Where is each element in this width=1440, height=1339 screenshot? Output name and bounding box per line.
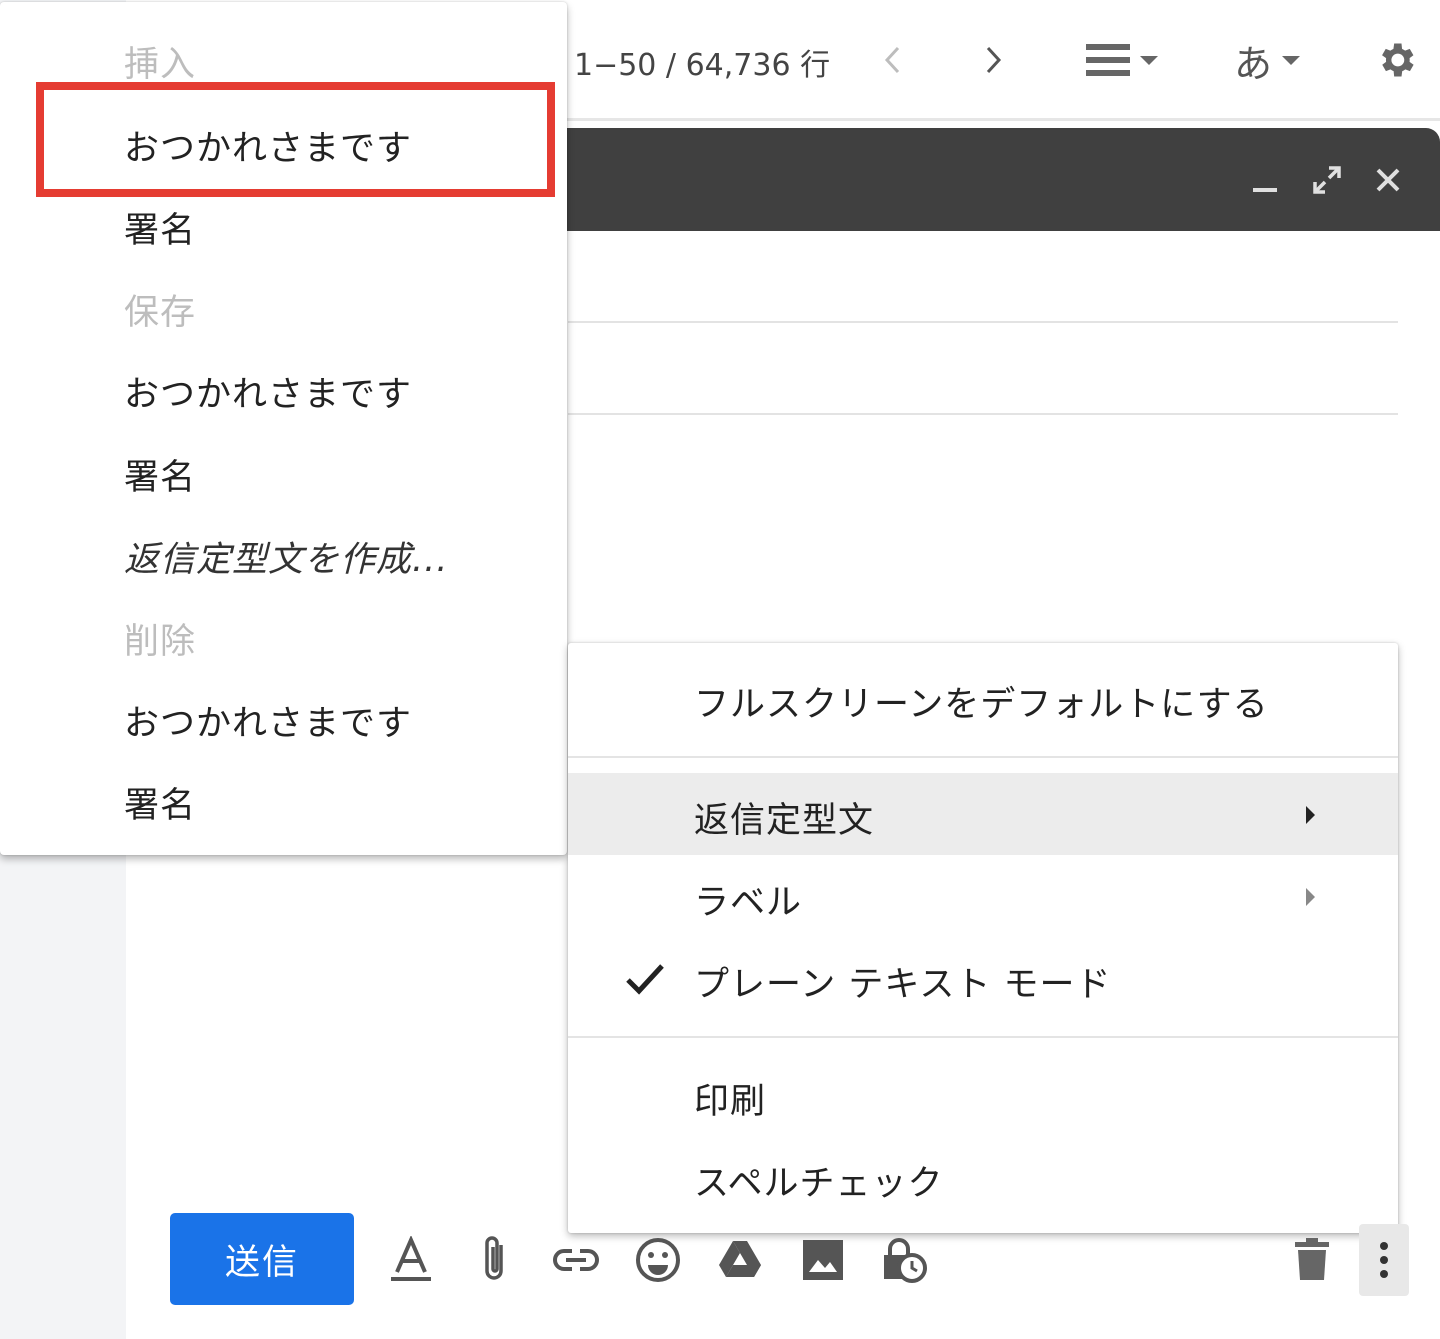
input-tools-icon: あ — [1233, 41, 1272, 86]
more-options-button[interactable] — [1359, 1224, 1409, 1296]
more-options-menu — [568, 643, 1398, 1233]
chevron-right-icon[interactable] — [972, 38, 1016, 82]
attach-icon[interactable] — [468, 1234, 520, 1286]
templates-delete-header: 削除 — [124, 622, 197, 662]
template-save-otsukaresama[interactable]: おつかれさまです — [124, 366, 412, 417]
minimize-icon[interactable] — [1243, 158, 1287, 202]
trash-icon[interactable] — [1286, 1234, 1338, 1286]
highlight-annotation — [36, 82, 555, 197]
expand-icon[interactable] — [1305, 158, 1349, 202]
toolbar-divider — [560, 118, 1440, 121]
confidential-mode-icon[interactable] — [879, 1234, 931, 1286]
template-save-signature[interactable]: 署名 — [124, 449, 196, 500]
subject-field-divider — [568, 413, 1398, 415]
link-icon[interactable] — [550, 1234, 602, 1286]
template-create-new[interactable]: 返信定型文を作成... — [124, 531, 448, 582]
density-icon[interactable] — [1074, 36, 1170, 84]
check-icon — [624, 960, 666, 998]
template-delete-signature[interactable]: 署名 — [124, 777, 196, 828]
menu-label[interactable]: ラベル — [694, 874, 802, 925]
format-text-icon[interactable] — [385, 1234, 437, 1286]
submenu-arrow-icon — [1306, 888, 1315, 906]
menu-divider — [568, 1036, 1398, 1038]
pagination-count: 1−50 / 64,736 行 — [574, 48, 831, 83]
more-vert-icon — [1380, 1242, 1388, 1278]
menu-fullscreen-default[interactable]: フルスクリーンをデフォルトにする — [694, 676, 1269, 727]
menu-templates[interactable]: 返信定型文 — [694, 792, 874, 843]
template-insert-signature[interactable]: 署名 — [124, 202, 196, 253]
gear-icon[interactable] — [1372, 36, 1420, 84]
drive-icon[interactable] — [714, 1234, 766, 1286]
chevron-down-icon — [1282, 55, 1300, 65]
photo-icon[interactable] — [797, 1234, 849, 1286]
close-icon[interactable] — [1366, 158, 1410, 202]
recipients-field-divider — [568, 321, 1398, 323]
input-tools-button[interactable]: あ — [1222, 34, 1312, 86]
menu-templates-row[interactable] — [568, 773, 1398, 855]
templates-insert-header: 挿入 — [124, 45, 197, 85]
menu-plain-text-mode[interactable]: プレーン テキスト モード — [694, 956, 1111, 1007]
menu-spell-check[interactable]: スペルチェック — [694, 1155, 944, 1206]
send-button[interactable]: 送信 — [170, 1213, 354, 1305]
menu-print[interactable]: 印刷 — [694, 1073, 766, 1124]
emoji-icon[interactable] — [632, 1234, 684, 1286]
menu-divider — [568, 756, 1398, 758]
template-delete-otsukaresama[interactable]: おつかれさまです — [124, 695, 412, 746]
chevron-down-icon — [1140, 55, 1158, 65]
chevron-left-icon[interactable] — [870, 38, 914, 82]
submenu-arrow-icon — [1306, 806, 1315, 824]
templates-save-header: 保存 — [124, 293, 197, 333]
